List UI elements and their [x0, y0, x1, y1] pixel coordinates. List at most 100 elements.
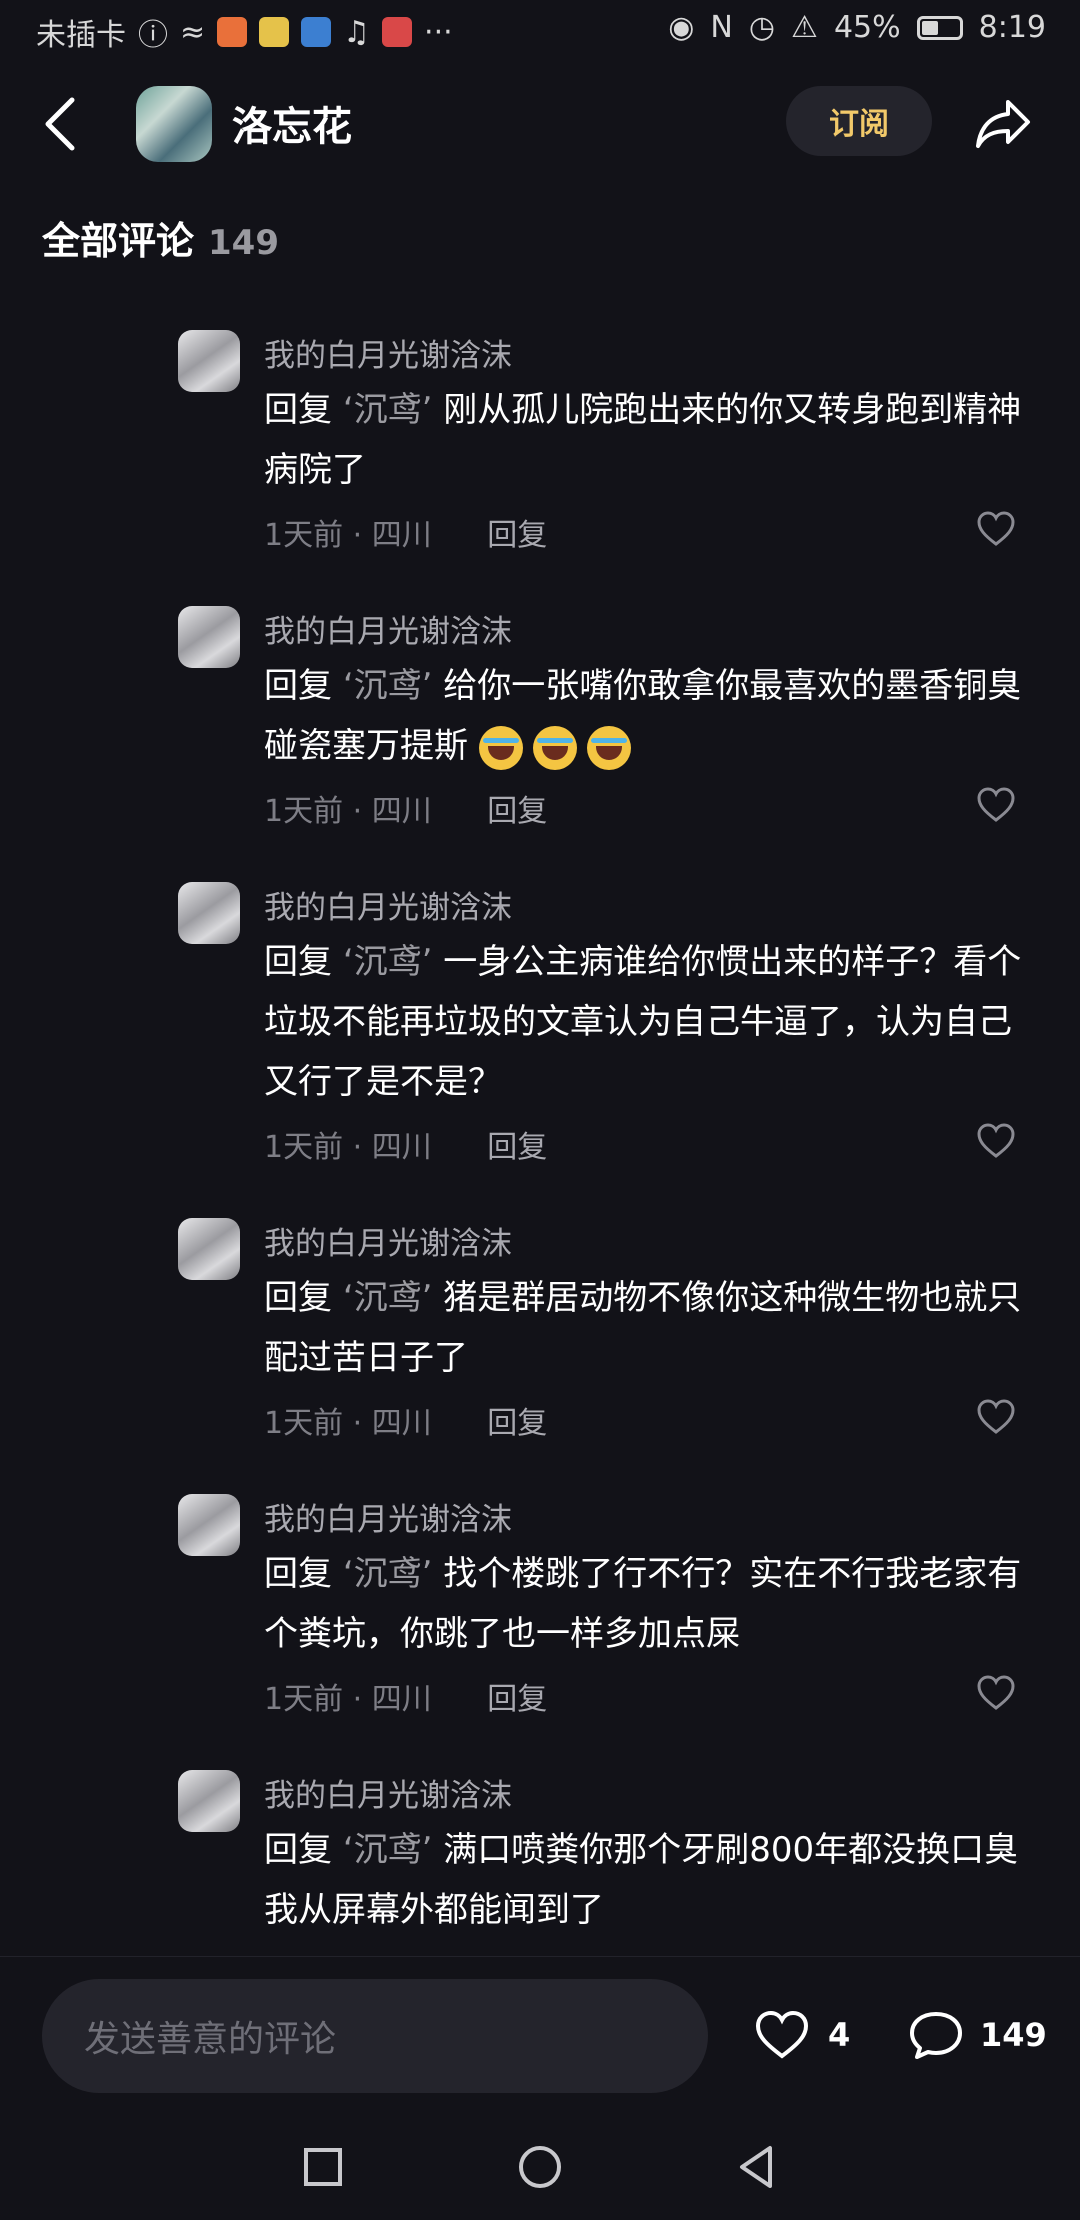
laughing-crying-emoji-icon: [532, 725, 577, 770]
heart-icon[interactable]: [976, 786, 1016, 826]
more-notifications-icon: ···: [424, 14, 453, 50]
alarm-icon: ◷: [748, 10, 776, 45]
reply-target[interactable]: ‘沉鸢’: [343, 942, 433, 982]
comment-time: 1天前: [264, 1406, 344, 1441]
nfc-icon: N: [710, 10, 733, 45]
comment-action-bar: 发送善意的评论 4 149: [0, 1956, 1080, 2117]
reply-prefix: 回复: [264, 390, 332, 430]
comment-item: 我的白月光谢浛沫 回复 ‘沉鸢’ 给你一张嘴你敢拿你最喜欢的墨香铜臭碰瓷塞万提斯…: [0, 606, 1080, 856]
battery-icon: [916, 15, 963, 40]
home-button[interactable]: [515, 2142, 565, 2192]
reply-target[interactable]: ‘沉鸢’: [343, 1830, 433, 1870]
tiktok-icon: ♫: [343, 14, 371, 50]
reply-button[interactable]: 回复: [487, 1682, 547, 1717]
comment-text: 回复 ‘沉鸢’ 一身公主病谁给你惯出来的样子？看个垃圾不能再垃圾的文章认为自己牛…: [264, 932, 1024, 1112]
page-title[interactable]: 洛忘花: [232, 94, 352, 152]
meta-separator: ·: [352, 1682, 363, 1717]
reply-button[interactable]: 回复: [487, 794, 547, 829]
share-button[interactable]: [972, 92, 1034, 154]
comments-heading-title: 全部评论: [42, 219, 195, 263]
meta-separator: ·: [352, 794, 363, 829]
comment-text: 回复 ‘沉鸢’ 刚从孤儿院跑出来的你又转身跑到精神病院了: [264, 380, 1024, 500]
comment-text: 回复 ‘沉鸢’ 满口喷粪你那个牙刷800年都没换口臭我从屏幕外都能闻到了: [264, 1820, 1024, 1940]
comment-input[interactable]: 发送善意的评论: [42, 1979, 708, 2093]
reply-prefix: 回复: [264, 942, 332, 982]
commenter-name[interactable]: 我的白月光谢浛沫: [264, 330, 512, 375]
commenter-name[interactable]: 我的白月光谢浛沫: [264, 1770, 512, 1815]
subscribe-button[interactable]: 订阅: [786, 86, 932, 156]
laughing-crying-emoji-icon: [586, 725, 631, 770]
comment-meta: 1天前 · 四川 回复: [264, 1674, 547, 1718]
comments-button[interactable]: 149: [908, 2009, 1047, 2061]
heart-icon[interactable]: [976, 1398, 1016, 1438]
meta-separator: ·: [352, 1130, 363, 1165]
status-bar: 未插卡 ⓘ ≈ ♫ ··· ◉ N ◷ ⚠ 45% 8:19: [0, 0, 1080, 64]
comment-text: 回复 ‘沉鸢’ 给你一张嘴你敢拿你最喜欢的墨香铜臭碰瓷塞万提斯: [264, 656, 1024, 776]
author-avatar[interactable]: [136, 86, 212, 162]
reply-button[interactable]: 回复: [487, 1406, 547, 1441]
reply-prefix: 回复: [264, 666, 332, 706]
comments-heading-count: 149: [208, 223, 279, 263]
heart-icon[interactable]: [976, 510, 1016, 550]
comment-meta: 1天前 · 四川 回复: [264, 1122, 547, 1166]
comment-item: 我的白月光谢浛沫 回复 ‘沉鸢’ 满口喷粪你那个牙刷800年都没换口臭我从屏幕外…: [0, 1770, 1080, 1956]
eye-icon: ◉: [668, 10, 695, 45]
reply-prefix: 回复: [264, 1278, 332, 1318]
meta-separator: ·: [352, 1406, 363, 1441]
app-notification-icon: [259, 17, 290, 47]
reply-prefix: 回复: [264, 1554, 332, 1594]
system-nav-bar: [0, 2116, 1080, 2220]
like-button[interactable]: 4: [754, 2009, 850, 2061]
comment-location: 四川: [371, 794, 432, 829]
commenter-avatar[interactable]: [178, 330, 240, 392]
meta-separator: ·: [352, 518, 363, 553]
back-button[interactable]: [38, 94, 88, 154]
comment-text: 回复 ‘沉鸢’ 猪是群居动物不像你这种微生物也就只配过苦日子了: [264, 1268, 1024, 1388]
reply-button[interactable]: 回复: [487, 1130, 547, 1165]
app-notification-icon: [301, 17, 332, 47]
reply-button[interactable]: 回复: [487, 518, 547, 553]
commenter-avatar[interactable]: [178, 606, 240, 668]
reply-target[interactable]: ‘沉鸢’: [343, 390, 433, 430]
commenter-name[interactable]: 我的白月光谢浛沫: [264, 606, 512, 651]
comments-count: 149: [980, 2016, 1047, 2054]
top-header: 洛忘花 订阅: [0, 76, 1080, 176]
comment-location: 四川: [371, 1682, 432, 1717]
sim-alert-icon: ⓘ: [138, 18, 168, 53]
mute-icon: ⚠: [791, 10, 818, 45]
comments-heading: 全部评论 149: [42, 210, 279, 265]
reply-target[interactable]: ‘沉鸢’: [343, 1278, 433, 1318]
comment-item: 我的白月光谢浛沫 回复 ‘沉鸢’ 找个楼跳了行不行？实在不行我老家有个粪坑，你跳…: [0, 1494, 1080, 1744]
reply-target[interactable]: ‘沉鸢’: [343, 1554, 433, 1594]
comment-meta: 1天前 · 四川 回复: [264, 786, 547, 830]
heart-icon: [755, 2010, 809, 2059]
comment-text: 回复 ‘沉鸢’ 找个楼跳了行不行？实在不行我老家有个粪坑，你跳了也一样多加点屎: [264, 1544, 1024, 1664]
comment-location: 四川: [371, 1406, 432, 1441]
reply-target[interactable]: ‘沉鸢’: [343, 666, 433, 706]
recent-apps-button[interactable]: [298, 2142, 348, 2192]
comment-location: 四川: [371, 1130, 432, 1165]
app-notification-icon: [217, 17, 248, 47]
back-nav-button[interactable]: [732, 2142, 782, 2192]
commenter-avatar[interactable]: [178, 882, 240, 944]
laughing-crying-emoji-icon: [478, 725, 523, 770]
reply-prefix: 回复: [264, 1830, 332, 1870]
wifi-icon: ≈: [180, 14, 206, 50]
app-notification-icon: [382, 17, 413, 47]
commenter-name[interactable]: 我的白月光谢浛沫: [264, 882, 512, 927]
battery-percent: 45%: [833, 10, 901, 45]
commenter-avatar[interactable]: [178, 1218, 240, 1280]
comment-location: 四川: [371, 518, 432, 553]
back-arrow-icon: [45, 97, 75, 151]
commenter-name[interactable]: 我的白月光谢浛沫: [264, 1494, 512, 1539]
commenter-avatar[interactable]: [178, 1494, 240, 1556]
comment-item: 我的白月光谢浛沫 回复 ‘沉鸢’ 刚从孤儿院跑出来的你又转身跑到精神病院了 1天…: [0, 330, 1080, 580]
commenter-avatar[interactable]: [178, 1770, 240, 1832]
heart-icon[interactable]: [976, 1674, 1016, 1714]
heart-icon[interactable]: [976, 1122, 1016, 1162]
comment-meta: 1天前 · 四川 回复: [264, 510, 547, 554]
commenter-name[interactable]: 我的白月光谢浛沫: [264, 1218, 512, 1263]
comment-time: 1天前: [264, 794, 344, 829]
comment-item: 我的白月光谢浛沫 回复 ‘沉鸢’ 一身公主病谁给你惯出来的样子？看个垃圾不能再垃…: [0, 882, 1080, 1192]
comment-time: 1天前: [264, 1682, 344, 1717]
